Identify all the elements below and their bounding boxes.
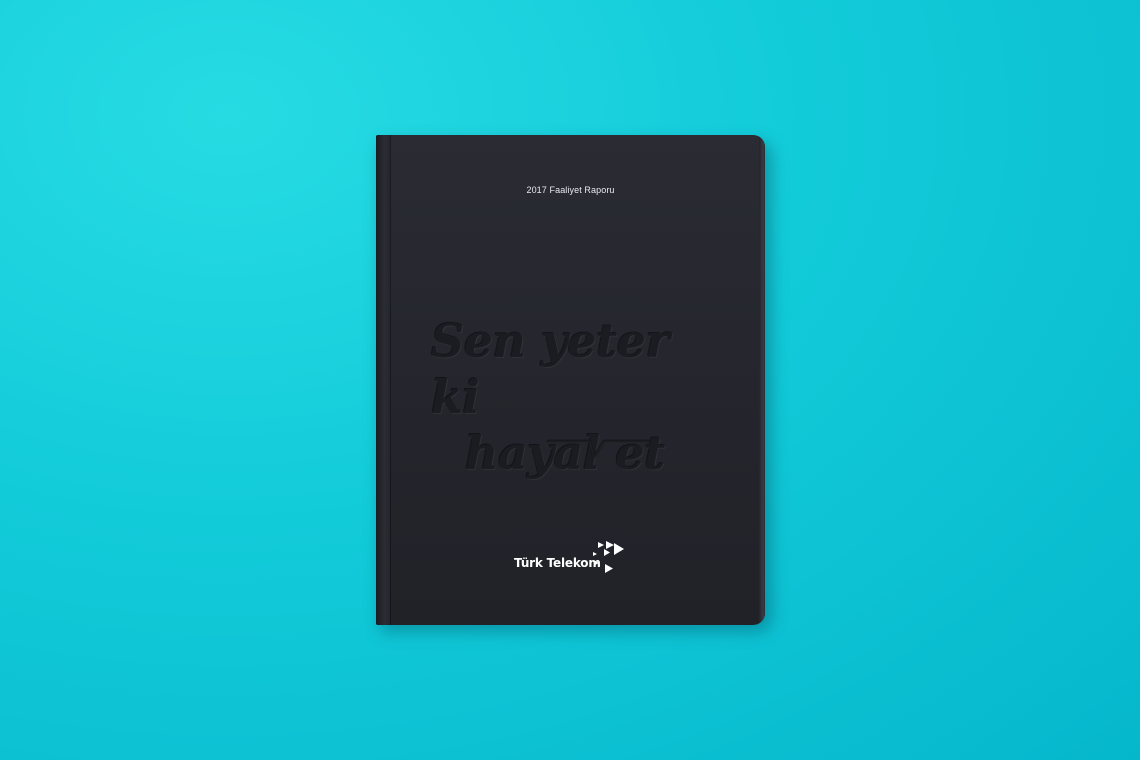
report-title: 2017 Faaliyet Raporu [526, 185, 615, 195]
spine-crease [390, 135, 391, 625]
slogan-line-1: Sen yeter ki [431, 314, 670, 424]
page-edge [759, 135, 765, 625]
annual-report-book: 2017 Faaliyet Raporu Sen yeter ki hayal … [376, 135, 765, 625]
speech-bubble-tail-icon [546, 439, 650, 460]
book-spine [376, 135, 390, 625]
play-arrows-logo-icon [593, 541, 624, 573]
turk-telekom-logo: Türk Telekom [514, 540, 634, 580]
brand-name: Türk Telekom [514, 556, 601, 570]
